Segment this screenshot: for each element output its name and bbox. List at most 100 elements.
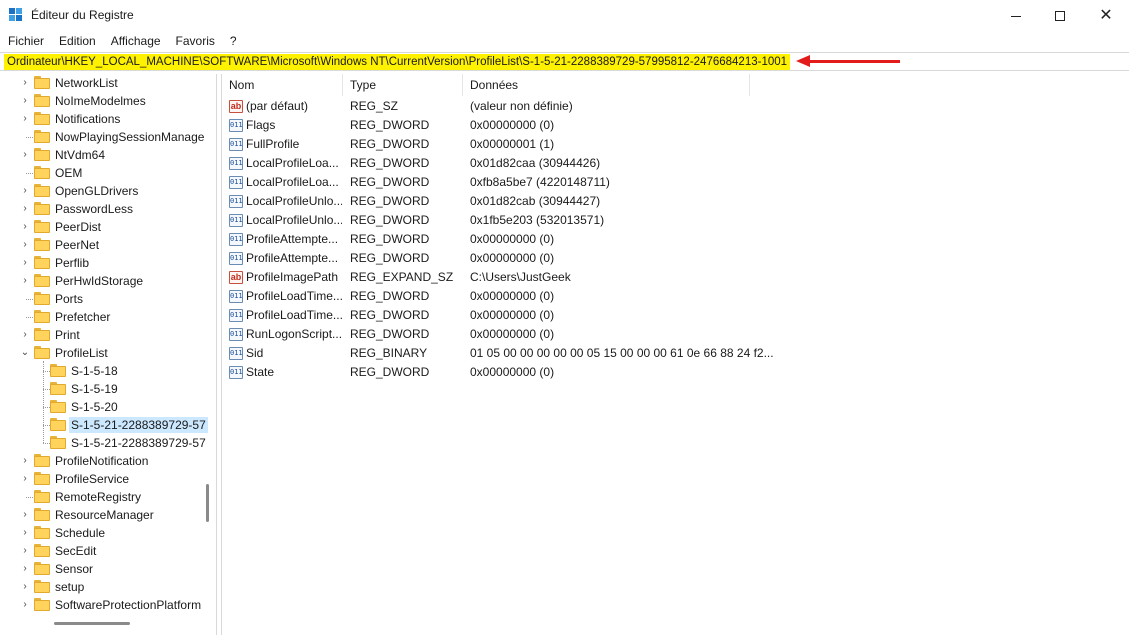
chevron-right-icon[interactable]: › [20, 454, 30, 468]
value-row[interactable]: 011 RunLogonScript... REG_DWORD 0x00000000 … [222, 325, 1122, 344]
value-data: 0x00000000 (0) [470, 327, 555, 341]
value-row[interactable]: 011 LocalProfileUnlo... REG_DWORD 0x1fb5e20… [222, 211, 1122, 230]
tree-key[interactable]: › OpenGLDrivers [0, 182, 200, 200]
column-header-name[interactable]: Nom [222, 74, 343, 96]
tree-key[interactable]: › Sensor [0, 560, 200, 578]
value-row[interactable]: ab ProfileImagePath REG_EXPAND_SZ C:\Users\… [222, 268, 1122, 287]
chevron-right-icon[interactable]: › [20, 220, 30, 234]
value-row[interactable]: 011 ProfileAttempte... REG_DWORD 0x00000000… [222, 249, 1122, 268]
tree-key[interactable]: › NetworkList [0, 74, 200, 92]
tree-key[interactable]: › PeerDist [0, 218, 200, 236]
tree-key[interactable]: › PeerNet [0, 236, 200, 254]
tree-subkey[interactable]: S-1-5-21-2288389729-57 [0, 416, 208, 434]
chevron-right-icon[interactable]: › [20, 562, 30, 576]
menu-favoris[interactable]: Favoris [168, 32, 222, 50]
chevron-right-icon[interactable]: › [20, 112, 30, 126]
tree-key[interactable]: › PerHwIdStorage [0, 272, 200, 290]
column-header-type[interactable]: Type [343, 74, 463, 96]
value-type: REG_DWORD [350, 232, 430, 246]
value-row[interactable]: 011 ProfileLoadTime... REG_DWORD 0x00000000… [222, 306, 1122, 325]
maximize-button[interactable] [1037, 0, 1083, 32]
tree-key[interactable]: › Schedule [0, 524, 200, 542]
tree-key[interactable]: › ProfileNotification [0, 452, 200, 470]
tree-key[interactable]: Ports [0, 290, 200, 308]
value-type: REG_DWORD [350, 289, 430, 303]
chevron-right-icon[interactable]: › [20, 76, 30, 90]
key-tree-pane[interactable]: › NetworkList › NoImeModelmes › Notifications… [0, 74, 217, 635]
folder-icon [34, 274, 50, 287]
close-button[interactable]: ✕ [1083, 0, 1129, 32]
tree-key[interactable]: ⌄ ProfileList [0, 344, 200, 362]
folder-icon [50, 382, 66, 395]
tree-key-label: S-1-5-21-2288389729-57 [71, 436, 206, 450]
chevron-right-icon[interactable]: › [20, 184, 30, 198]
chevron-right-icon[interactable]: › [20, 202, 30, 216]
folder-icon [34, 256, 50, 269]
chevron-right-icon[interactable]: › [20, 94, 30, 108]
tree-subkey[interactable]: S-1-5-19 [0, 380, 200, 398]
value-row[interactable]: 011 ProfileAttempte... REG_DWORD 0x00000000… [222, 230, 1122, 249]
chevron-right-icon[interactable]: › [20, 598, 30, 612]
tree-key[interactable]: › Print [0, 326, 200, 344]
tree-key[interactable]: › PasswordLess [0, 200, 200, 218]
value-row[interactable]: 011 LocalProfileLoa... REG_DWORD 0xfb8a5be7… [222, 173, 1122, 192]
value-row[interactable]: 011 ProfileLoadTime... REG_DWORD 0x00000000… [222, 287, 1122, 306]
tree-key[interactable]: NowPlayingSessionManage [0, 128, 204, 146]
value-name: LocalProfileUnlo... [246, 194, 342, 208]
value-name: ProfileLoadTime... [246, 308, 342, 322]
tree-key[interactable]: › NtVdm64 [0, 146, 200, 164]
tree-key[interactable]: › setup [0, 578, 200, 596]
tree-key[interactable]: › NoImeModelmes [0, 92, 200, 110]
tree-key-label: ProfileList [55, 346, 108, 360]
chevron-right-icon[interactable]: › [20, 580, 30, 594]
tree-subkey[interactable]: S-1-5-20 [0, 398, 200, 416]
tree-key[interactable]: Prefetcher [0, 308, 200, 326]
tree-key-label: S-1-5-20 [71, 400, 118, 414]
chevron-right-icon[interactable]: › [20, 148, 30, 162]
chevron-right-icon[interactable]: › [20, 526, 30, 540]
chevron-right-icon[interactable]: › [20, 328, 30, 342]
value-row[interactable]: 011 State REG_DWORD 0x00000000 (0) [222, 363, 1122, 382]
tree-subkey[interactable]: S-1-5-18 [0, 362, 200, 380]
tree-key[interactable]: › ResourceManager [0, 506, 200, 524]
value-row[interactable]: 011 LocalProfileLoa... REG_DWORD 0x01d82caa… [222, 154, 1122, 173]
value-row[interactable]: 011 Flags REG_DWORD 0x00000000 (0) [222, 116, 1122, 135]
tree-key[interactable]: › Perflib [0, 254, 200, 272]
value-name: LocalProfileLoa... [246, 175, 339, 189]
value-data: 0x01d82caa (30944426) [470, 156, 601, 170]
menu-help[interactable]: ? [222, 32, 244, 50]
menu-edition[interactable]: Edition [51, 32, 103, 50]
value-row[interactable]: ab (par défaut) REG_SZ (valeur non définie) [222, 97, 1122, 116]
column-header-data[interactable]: Données [463, 74, 750, 96]
tree-key[interactable]: › Notifications [0, 110, 200, 128]
address-bar[interactable]: Ordinateur\HKEY_LOCAL_MACHINE\SOFTWARE\M… [0, 52, 1129, 71]
tree-key[interactable]: › SecEdit [0, 542, 200, 560]
folder-icon [34, 472, 50, 485]
chevron-right-icon[interactable]: › [20, 472, 30, 486]
tree-horizontal-scrollbar[interactable] [54, 622, 130, 625]
minimize-button[interactable] [993, 0, 1039, 32]
tree-vertical-scrollbar[interactable] [206, 484, 209, 522]
menu-fichier[interactable]: Fichier [0, 32, 51, 50]
tree-key[interactable]: › SoftwareProtectionPlatform [0, 596, 201, 614]
tree-key[interactable]: OEM [0, 164, 200, 182]
value-row[interactable]: 011 Sid REG_BINARY 01 05 00 00 00 00 00 05 … [222, 344, 1122, 363]
chevron-right-icon[interactable]: › [20, 274, 30, 288]
tree-subkey[interactable]: S-1-5-21-2288389729-57 [0, 434, 206, 452]
folder-icon [50, 436, 66, 449]
chevron-right-icon[interactable]: › [20, 238, 30, 252]
chevron-right-icon[interactable]: › [20, 544, 30, 558]
tree-key-label: OEM [55, 166, 83, 180]
binary-value-icon: 011 [229, 176, 243, 189]
tree-key[interactable]: › ProfileService [0, 470, 200, 488]
chevron-right-icon[interactable]: › [20, 256, 30, 270]
value-row[interactable]: 011 LocalProfileUnlo... REG_DWORD 0x01d82ca… [222, 192, 1122, 211]
menu-affichage[interactable]: Affichage [103, 32, 168, 50]
menu-bar: Fichier Edition Affichage Favoris ? [0, 32, 244, 50]
tree-key[interactable]: RemoteRegistry [0, 488, 200, 506]
values-pane[interactable]: Nom Type Données ab (par défaut) REG_SZ (va… [221, 74, 1129, 635]
value-row[interactable]: 011 FullProfile REG_DWORD 0x00000001 (1) [222, 135, 1122, 154]
address-path[interactable]: Ordinateur\HKEY_LOCAL_MACHINE\SOFTWARE\M… [4, 54, 791, 70]
chevron-down-icon[interactable]: ⌄ [20, 346, 30, 360]
chevron-right-icon[interactable]: › [20, 508, 30, 522]
